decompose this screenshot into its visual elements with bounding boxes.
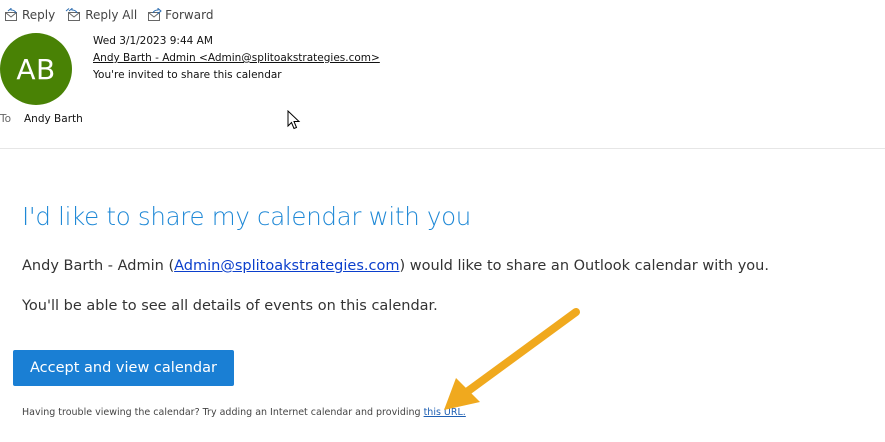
sender-email-link[interactable]: Admin@splitoakstrategies.com [174, 258, 399, 274]
invitation-heading: I'd like to share my calendar with you [22, 202, 472, 231]
sender-avatar: AB [0, 33, 72, 105]
avatar-initials: AB [16, 52, 56, 86]
reply-label: Reply [22, 8, 56, 22]
sender-address[interactable]: Andy Barth - Admin <Admin@splitoakstrate… [93, 50, 380, 67]
trouble-note: Having trouble viewing the calendar? Try… [22, 407, 466, 418]
message-header: Wed 3/1/2023 9:44 AM Andy Barth - Admin … [93, 33, 380, 84]
mouse-cursor-icon [287, 110, 301, 130]
annotation-arrow-icon [444, 308, 580, 410]
accept-calendar-button[interactable]: Accept and view calendar [13, 350, 234, 386]
invitation-intro: Andy Barth - Admin (Admin@splitoakstrate… [22, 258, 769, 274]
reply-button[interactable]: Reply [4, 8, 55, 22]
reply-all-label: Reply All [85, 8, 138, 22]
message-date: Wed 3/1/2023 9:44 AM [93, 35, 213, 47]
recipient-name[interactable]: Andy Barth [24, 113, 83, 125]
header-divider [0, 148, 885, 149]
forward-label: Forward [165, 8, 214, 22]
reply-all-button[interactable]: Reply All [65, 8, 137, 22]
reply-icon [5, 8, 17, 21]
to-label: To [0, 113, 12, 125]
trouble-text: Having trouble viewing the calendar? Try… [22, 407, 424, 418]
forward-icon [148, 8, 162, 21]
intro-suffix: ) would like to share an Outlook calenda… [399, 258, 769, 274]
reply-all-icon [65, 8, 81, 21]
message-subject: You're invited to share this calendar [93, 69, 282, 81]
forward-button[interactable]: Forward [147, 8, 213, 22]
invitation-details: You'll be able to see all details of eve… [22, 298, 438, 314]
recipients-row: To Andy Barth [0, 113, 83, 125]
intro-prefix: Andy Barth - Admin ( [22, 258, 175, 274]
message-toolbar: Reply Reply All Forward [4, 6, 223, 24]
